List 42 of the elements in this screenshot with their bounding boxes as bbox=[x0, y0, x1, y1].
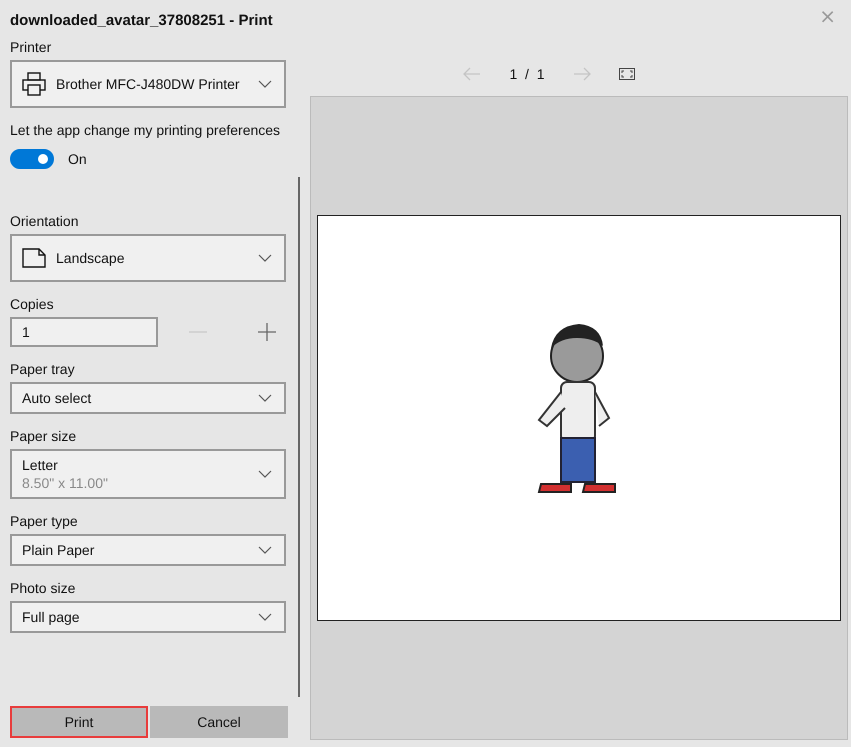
cancel-button[interactable]: Cancel bbox=[150, 706, 288, 738]
dropdown-value: Brother MFC-J480DW Printer bbox=[56, 76, 240, 92]
setting-label: Copies bbox=[10, 296, 54, 312]
scrollbar[interactable] bbox=[298, 177, 300, 697]
print-button[interactable]: Print bbox=[10, 706, 148, 738]
page-counter: 1 / 1 bbox=[509, 66, 545, 82]
page-icon bbox=[22, 248, 46, 268]
chevron-down-icon bbox=[258, 546, 272, 554]
dropdown-value: Auto select bbox=[22, 390, 92, 406]
fullscreen-button[interactable] bbox=[618, 68, 635, 80]
dropdown-value: Landscape bbox=[56, 250, 125, 266]
dropdown[interactable]: Plain Paper bbox=[10, 534, 286, 566]
chevron-down-icon bbox=[258, 254, 272, 262]
copies-field[interactable]: 1 bbox=[10, 317, 158, 347]
setting-label: Paper size bbox=[10, 428, 76, 444]
dropdown[interactable]: Brother MFC-J480DW Printer bbox=[10, 60, 286, 108]
dropdown[interactable]: Letter 8.50" x 11.00" bbox=[10, 449, 286, 499]
dropdown-value: Letter bbox=[22, 457, 58, 473]
dropdown-detail: 8.50" x 11.00" bbox=[22, 475, 108, 491]
right-arrow-icon bbox=[572, 67, 591, 81]
fullscreen-icon bbox=[618, 68, 635, 80]
setting-label: Paper type bbox=[10, 513, 78, 529]
toggle-switch[interactable] bbox=[10, 149, 54, 169]
chevron-down-icon bbox=[258, 394, 272, 402]
chevron-down-icon bbox=[258, 613, 272, 621]
printer-icon bbox=[22, 72, 46, 96]
window-title: downloaded_avatar_37808251 - Print bbox=[10, 12, 273, 29]
toggle-state: On bbox=[68, 151, 87, 167]
dropdown-value: Plain Paper bbox=[22, 542, 94, 558]
setting-label: Photo size bbox=[10, 580, 76, 596]
chevron-down-icon bbox=[258, 470, 272, 478]
chevron-down-icon bbox=[258, 80, 272, 88]
dropdown[interactable]: Auto select bbox=[10, 382, 286, 414]
plus-icon bbox=[258, 323, 276, 341]
dropdown-value: Full page bbox=[22, 609, 80, 625]
dropdown[interactable]: Landscape bbox=[10, 234, 286, 282]
setting-label: Paper tray bbox=[10, 361, 75, 377]
left-arrow-icon bbox=[463, 67, 482, 81]
dropdown[interactable]: Full page bbox=[10, 601, 286, 633]
setting-label: Printer bbox=[10, 39, 52, 55]
setting-label: Orientation bbox=[10, 213, 78, 229]
setting-label: Let the app change my printing preferences bbox=[10, 122, 280, 138]
